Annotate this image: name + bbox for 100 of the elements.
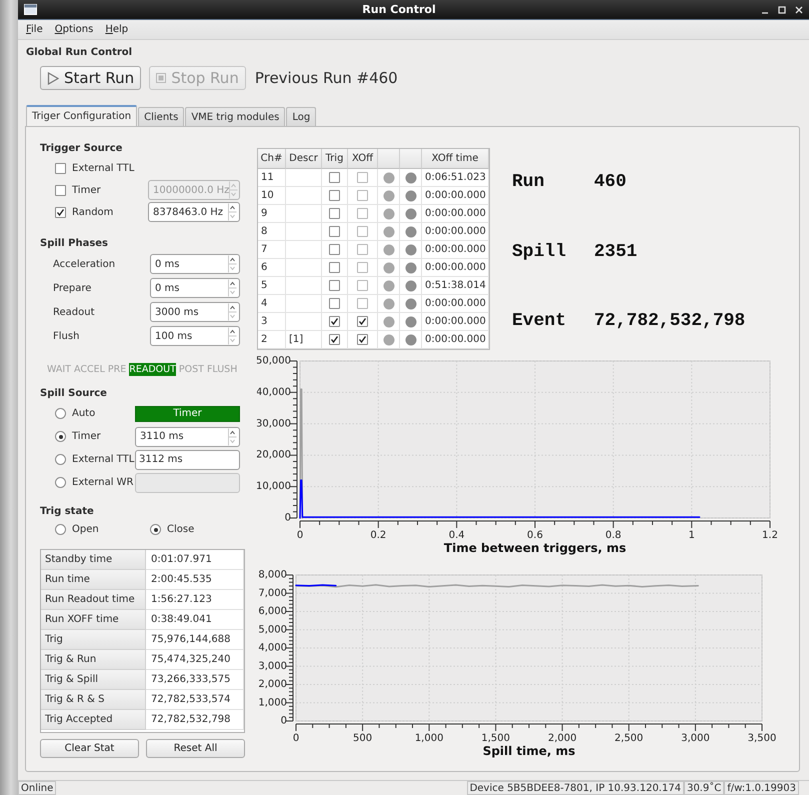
checkbox[interactable] (55, 206, 66, 218)
play-icon (47, 72, 59, 84)
row-header: Standby time (41, 550, 146, 570)
radio-button[interactable] (150, 524, 161, 535)
window-icon (24, 4, 37, 15)
menu-item[interactable]: Options (54, 24, 94, 35)
spin-box[interactable]: 0 ms (150, 254, 240, 274)
phase-label: POST (178, 362, 204, 376)
checkbox[interactable] (357, 316, 368, 327)
start-run-button[interactable]: Start Run (40, 66, 142, 90)
spin-box[interactable]: 8378463.0 Hz (148, 202, 240, 222)
tab[interactable]: VME trig modules (185, 107, 286, 126)
row-header: Trig & R & S (41, 690, 146, 710)
close-icon[interactable] (795, 6, 803, 14)
checkbox[interactable] (329, 208, 340, 219)
tick-label: 3,500 (748, 733, 776, 744)
section-title: Trig state (40, 504, 95, 518)
spin-arrows-icon[interactable] (228, 279, 237, 297)
checkbox[interactable] (55, 162, 66, 174)
tick-label: 1,500 (481, 733, 510, 744)
checkbox[interactable] (357, 334, 368, 345)
readout-value: 72,782,532,798 (594, 311, 746, 331)
checkbox[interactable] (357, 190, 368, 201)
radio-button[interactable] (55, 477, 66, 488)
tick-label: 20,000 (257, 450, 291, 461)
input-field[interactable]: 3112 ms (135, 450, 240, 470)
spin-box[interactable]: 3000 ms (150, 302, 240, 322)
checkbox[interactable] (357, 208, 368, 219)
spin-arrows-icon[interactable] (228, 327, 237, 345)
checkbox-label: External TTL (72, 162, 134, 174)
spin-box[interactable]: 3110 ms (135, 426, 240, 446)
checkbox[interactable] (329, 334, 340, 345)
checkbox[interactable] (329, 172, 340, 183)
checkbox[interactable] (329, 226, 340, 237)
column-header (400, 149, 422, 169)
window-title: Run Control (361, 3, 437, 16)
tick-label: 2,500 (614, 733, 644, 744)
firmware-version: f/w:1.0.19903 (724, 781, 799, 795)
checkbox[interactable] (329, 298, 340, 309)
row-header: Trig (41, 630, 146, 650)
field-label: Flush (53, 330, 80, 342)
spin-box[interactable]: 0 ms (150, 278, 240, 298)
tick-label: 50,000 (257, 356, 291, 366)
checkbox[interactable] (357, 280, 368, 291)
spin-box[interactable]: 100 ms (150, 326, 240, 346)
table-cell: 2 (258, 331, 286, 349)
table-cell: 3 (258, 313, 286, 331)
tick-label: 1,000 (258, 697, 287, 708)
radio-button[interactable] (55, 408, 66, 419)
spin-arrows-icon[interactable] (228, 428, 237, 446)
clear-stat-button[interactable]: Clear Stat (40, 739, 139, 758)
menu-item[interactable]: Help (105, 24, 128, 35)
readout-label: Event (512, 311, 568, 331)
checkbox[interactable] (357, 244, 368, 255)
tick-label: 0.4 (448, 530, 465, 541)
readout-label: Run (512, 172, 546, 192)
table-cell: [1] (286, 331, 322, 349)
maximize-icon[interactable] (778, 6, 786, 14)
radio-button[interactable] (55, 524, 66, 535)
tick-label: 500 (353, 733, 372, 744)
spin-arrows-icon[interactable] (228, 255, 237, 273)
column-header: Descr (286, 149, 322, 169)
checkbox[interactable] (55, 184, 66, 196)
checkbox[interactable] (329, 262, 340, 273)
checkbox[interactable] (357, 172, 368, 183)
tab[interactable]: Triger Configuration (26, 105, 138, 126)
spin-arrows-icon[interactable] (228, 303, 237, 321)
checkbox[interactable] (329, 190, 340, 201)
checkbox[interactable] (329, 244, 340, 255)
reset-all-button[interactable]: Reset All (146, 739, 245, 758)
column-header: Trig (322, 149, 348, 169)
spin-arrows-icon[interactable] (228, 203, 237, 221)
table-cell: 10 (258, 187, 286, 205)
checkbox-label: Random (72, 206, 114, 218)
radio-button[interactable] (55, 431, 66, 442)
tick-label: 0.2 (370, 530, 386, 541)
checkbox[interactable] (357, 298, 368, 309)
section-title: Trigger Source (40, 142, 124, 156)
checkbox[interactable] (357, 262, 368, 273)
tick-label: 4,000 (258, 642, 287, 654)
table-cell: 2:00:45.535 (146, 570, 244, 590)
axis-title: Spill time, ms (482, 744, 576, 758)
previous-run-label: Previous Run #460 (254, 69, 398, 87)
radio-label: Open (72, 524, 99, 535)
table-cell: 72,782,532,798 (146, 710, 244, 730)
table-cell: 73,266,333,575 (146, 670, 244, 690)
row-header: Trig & Run (41, 650, 146, 670)
table-cell: 6 (258, 259, 286, 277)
tick-label: 0 (284, 512, 291, 524)
tick-label: 30,000 (257, 418, 291, 430)
tab[interactable]: Clients (138, 107, 184, 126)
radio-label: External WR (72, 477, 134, 488)
radio-button[interactable] (55, 454, 66, 465)
field-label: Readout (53, 306, 96, 318)
tab[interactable]: Log (286, 107, 316, 126)
menu-item[interactable]: File (26, 24, 43, 35)
checkbox[interactable] (329, 316, 340, 327)
input-field[interactable] (135, 472, 240, 492)
checkbox[interactable] (329, 280, 340, 291)
checkbox[interactable] (357, 226, 368, 237)
